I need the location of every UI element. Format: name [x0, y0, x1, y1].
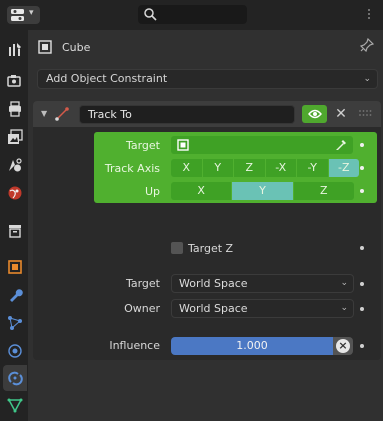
wrench-icon	[10, 289, 23, 302]
tool-icon	[9, 43, 21, 56]
track-axis-neg-z[interactable]: -Z	[328, 159, 359, 177]
track-settings-block: Target Track Axis X Y Z -X -Y -Z Up X Y …	[94, 132, 377, 203]
up-axis-x[interactable]: X	[171, 182, 232, 200]
keyframe-dot-icon[interactable]	[360, 282, 364, 286]
track-axis-selector: X Y Z -X -Y -Z	[171, 159, 359, 177]
tab-data[interactable]	[3, 392, 27, 418]
tab-modifiers[interactable]	[3, 282, 27, 308]
owner-space-dropdown[interactable]: World Space ⌄	[171, 299, 354, 318]
owner-space-label: Owner	[124, 302, 160, 315]
pin-icon[interactable]	[360, 38, 374, 52]
add-object-constraint-label: Add Object Constraint	[46, 72, 168, 85]
target-object-field[interactable]	[171, 136, 353, 154]
search-box[interactable]	[138, 5, 247, 24]
up-axis-y[interactable]: Y	[232, 182, 293, 200]
target-space-value: World Space	[179, 277, 248, 290]
target-space-dropdown[interactable]: World Space ⌄	[171, 274, 354, 293]
chevron-down-icon: ⌄	[340, 278, 348, 288]
world-icon	[8, 186, 22, 200]
influence-label: Influence	[109, 339, 160, 352]
tab-collection[interactable]	[3, 218, 27, 244]
drag-handle-icon[interactable]	[359, 110, 373, 116]
tab-view-layer[interactable]	[3, 124, 27, 150]
properties-header: ▾	[0, 0, 383, 30]
tab-physics[interactable]	[3, 338, 27, 364]
particles-icon	[8, 316, 22, 330]
target-space-label: Target	[125, 277, 160, 290]
object-constraint-icon	[8, 371, 23, 386]
tab-particles[interactable]	[3, 310, 27, 336]
area-options-dots-icon[interactable]	[365, 8, 373, 22]
target-z-checkbox[interactable]	[171, 242, 183, 254]
object-icon	[38, 40, 52, 54]
collapse-arrow-icon[interactable]: ▼	[41, 109, 47, 118]
render-camera-icon	[7, 75, 21, 87]
object-name: Cube	[62, 40, 91, 54]
mesh-data-icon	[7, 398, 23, 413]
tab-scene[interactable]	[3, 152, 27, 178]
track-axis-neg-x[interactable]: -X	[265, 159, 296, 177]
track-axis-x[interactable]: X	[171, 159, 202, 177]
target-label: Target	[125, 139, 160, 152]
search-icon	[144, 8, 157, 21]
keyframe-dot-icon[interactable]	[360, 246, 364, 250]
track-to-constraint-icon	[55, 107, 69, 121]
constraint-name-field[interactable]: Track To	[79, 105, 295, 124]
keyframe-dot-icon[interactable]	[360, 189, 364, 193]
chevron-down-icon: ⌄	[363, 74, 371, 84]
object-icon	[8, 260, 22, 274]
disable-keep-temp-button[interactable]: ×	[333, 337, 353, 355]
tab-object[interactable]	[3, 254, 27, 280]
up-axis-z[interactable]: Z	[293, 182, 354, 200]
scene-icon	[9, 158, 22, 172]
output-printer-icon	[9, 101, 21, 117]
track-axis-z[interactable]: Z	[234, 159, 265, 177]
keyframe-dot-icon[interactable]	[360, 166, 364, 170]
add-object-constraint-dropdown[interactable]: Add Object Constraint ⌄	[37, 69, 378, 89]
constraint-panel-header: ▼ Track To ✕	[33, 101, 381, 127]
view-layer-icon	[8, 129, 23, 144]
tab-world[interactable]	[3, 180, 27, 206]
target-z-row[interactable]: Target Z	[171, 241, 233, 255]
properties-tab-bar	[0, 30, 28, 421]
up-label: Up	[144, 185, 160, 198]
target-z-label: Target Z	[188, 241, 234, 255]
track-axis-y[interactable]: Y	[202, 159, 233, 177]
physics-orbit-icon	[8, 344, 22, 358]
up-axis-selector: X Y Z	[171, 182, 354, 200]
tab-constraints[interactable]	[3, 365, 27, 391]
object-icon	[177, 139, 189, 151]
object-context-row: Cube	[38, 38, 90, 56]
properties-content: Cube Add Object Constraint ⌄ ▼ Track To …	[28, 30, 383, 421]
collection-box-icon	[9, 225, 21, 238]
close-icon: ✕	[335, 106, 347, 122]
keyframe-dot-icon[interactable]	[360, 307, 364, 311]
close-circle-icon: ×	[336, 339, 350, 353]
track-axis-label: Track Axis	[104, 162, 160, 175]
delete-constraint-button[interactable]: ✕	[333, 105, 349, 123]
enable-toggle-button[interactable]	[302, 105, 327, 123]
tab-render[interactable]	[3, 68, 27, 94]
constraint-panel: ▼ Track To ✕ Target Track Axis X Y Z -X …	[33, 101, 381, 360]
eye-icon	[307, 109, 322, 119]
editor-type-dropdown[interactable]: ▾	[7, 6, 40, 24]
chevron-down-icon: ▾	[29, 8, 34, 18]
influence-slider[interactable]: 1.000	[171, 337, 333, 355]
keyframe-dot-icon[interactable]	[360, 344, 364, 348]
owner-space-value: World Space	[179, 302, 248, 315]
search-input[interactable]	[160, 7, 242, 22]
tab-tool[interactable]	[3, 36, 27, 62]
keyframe-dot-icon[interactable]	[360, 143, 364, 147]
eyedropper-icon[interactable]	[335, 138, 348, 151]
tab-output[interactable]	[3, 96, 27, 122]
chevron-down-icon: ⌄	[340, 303, 348, 313]
properties-editor-icon	[11, 9, 24, 21]
track-axis-neg-y[interactable]: -Y	[297, 159, 328, 177]
